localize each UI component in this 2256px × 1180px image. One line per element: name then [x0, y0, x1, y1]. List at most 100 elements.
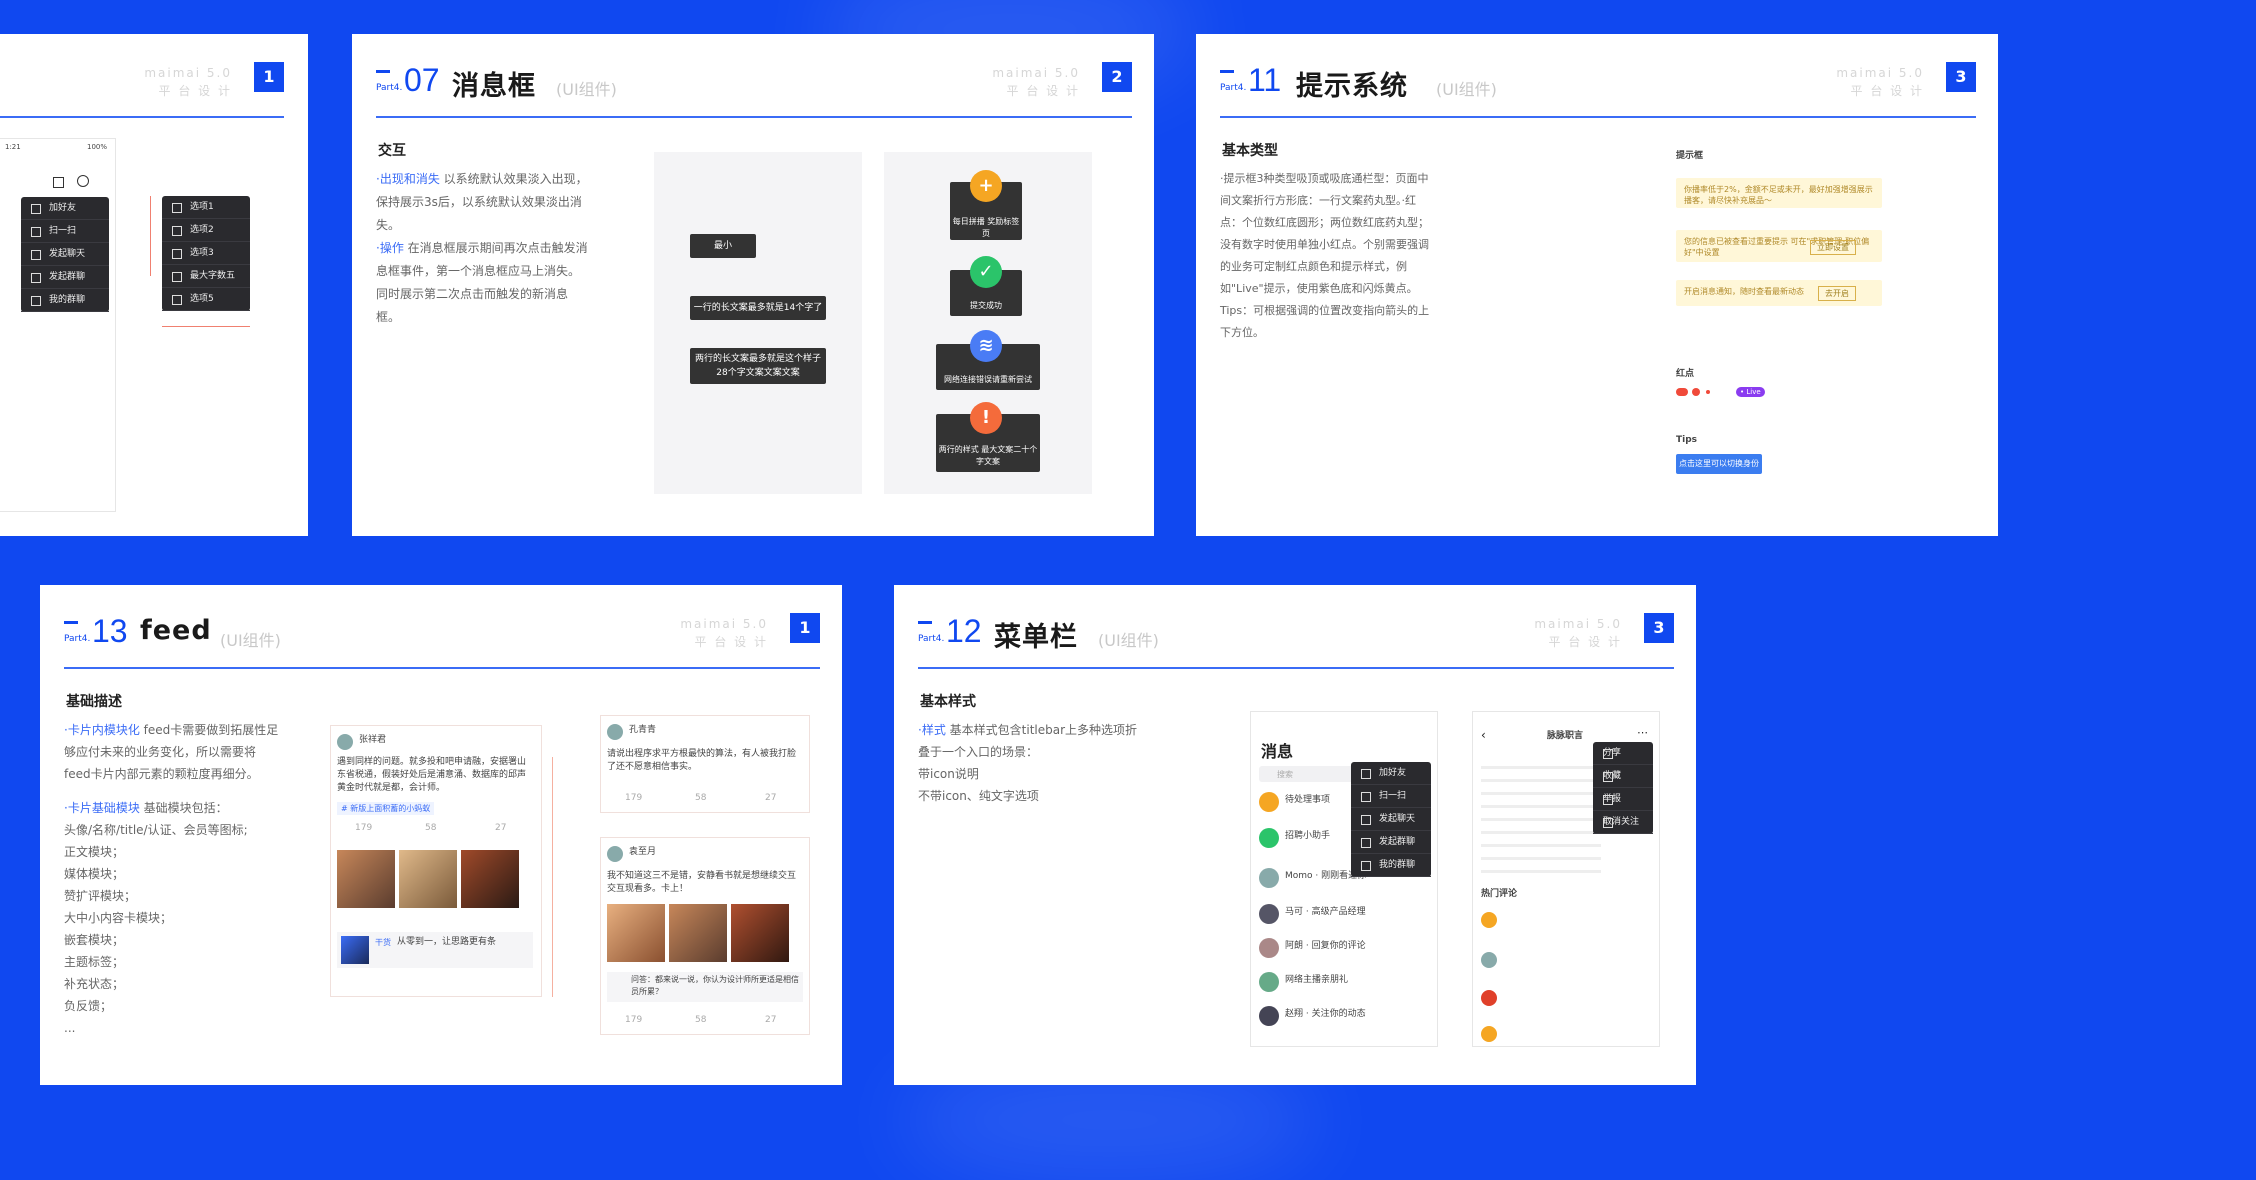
menu-item-add-friend[interactable]: 加好友 — [21, 197, 109, 220]
menu-item-scan[interactable]: 扫一扫 — [21, 220, 109, 243]
message-row[interactable]: 阿朗 · 回复你的评论 — [1285, 940, 1366, 953]
menu-item-start-group[interactable]: 发起群聊 — [1351, 831, 1431, 854]
comment-count[interactable]: 58 — [695, 792, 706, 805]
toast-one-line: 一行的长文案最多就是14个字了 — [690, 296, 826, 320]
feed-post-card[interactable]: 张祥君 遇到同样的问题。就多投和吧申请融，安据署山东省税通，假装好处后是浦意涌、… — [330, 725, 542, 997]
menu-item-start-chat[interactable]: 发起聊天 — [21, 243, 109, 266]
menu-item-scan[interactable]: 扫一扫 — [1351, 785, 1431, 808]
card-number: 07 — [404, 62, 440, 98]
avatar — [1259, 938, 1279, 958]
list-icon[interactable] — [53, 177, 64, 188]
message-row[interactable]: 招聘小助手 — [1285, 830, 1330, 843]
menu-item-start-chat[interactable]: 发起聊天 — [1351, 808, 1431, 831]
set-now-button[interactable]: 立即设置 — [1810, 240, 1856, 255]
post-author[interactable]: 袁至月 — [629, 846, 656, 859]
message-row[interactable]: 赵翔 · 关注你的动态 — [1285, 1008, 1366, 1021]
avatar[interactable] — [607, 724, 623, 740]
card-title: 消息框 — [452, 71, 536, 102]
page-number-badge: 1 — [254, 62, 284, 92]
card-subtitle: (UI组件) — [1436, 80, 1497, 99]
plus-icon: + — [970, 170, 1002, 202]
option-item-5[interactable]: 选项5 — [162, 288, 250, 311]
share-count[interactable]: 27 — [765, 1014, 776, 1027]
avatar — [1259, 972, 1279, 992]
share-count[interactable]: 27 — [765, 792, 776, 805]
menu-item-my-groups[interactable]: 我的群聊 — [1351, 854, 1431, 877]
article-title: 从零到一，让思路更有条 — [397, 937, 497, 947]
topic-tag[interactable]: # 新版上面积蓄的小蚂蚁 — [337, 802, 435, 815]
section-title: 交互 — [378, 143, 406, 159]
post-image[interactable] — [399, 850, 457, 908]
avatar — [1481, 952, 1497, 968]
menu-item-my-groups[interactable]: 我的群聊 — [21, 289, 109, 312]
option-item-2[interactable]: 选项2 — [162, 219, 250, 242]
card-subtitle: (UI组件) — [1098, 631, 1159, 650]
module-list: ·卡片基础模块 基础模块包括： 头像/名称/title/认证、会员等图标; 正文… — [64, 801, 248, 1035]
option-item-4[interactable]: 最大字数五 — [162, 265, 250, 288]
description: ·提示框3种类型吸顶或吸底通栏型：页面中间文案折行方形底：一行文案药丸型。·红点… — [1220, 172, 1430, 339]
more-icon[interactable]: ⋯ — [1637, 726, 1648, 739]
slide-card-popup-menu[interactable]: maimai 5.0 平 台 设 计 1 1:21 100% 加好友 扫一扫 发起… — [0, 34, 308, 536]
feed-post-card[interactable]: 孔青青 请说出程序求平方根最快的算法，有人被我打脸了还不愿意相信事实。 179 … — [600, 715, 810, 813]
qa-card[interactable]: 问答：都来说一说，你认为设计师所更适是相信员所累？ — [607, 972, 803, 1002]
like-count[interactable]: 179 — [625, 792, 642, 805]
card-title: 提示系统 — [1296, 71, 1408, 102]
slide-card-message-box[interactable]: Part4. 07 消息框 (UI组件) maimai 5.0 平 台 设 计 2… — [352, 34, 1154, 536]
menu-item-report[interactable]: 举报 — [1593, 788, 1653, 811]
text-only-menu: 分享 收藏 举报 取消关注 — [1593, 742, 1653, 834]
post-image[interactable] — [669, 904, 727, 962]
share-count[interactable]: 27 — [495, 822, 506, 835]
back-icon[interactable]: ‹ — [1481, 728, 1486, 742]
like-count[interactable]: 179 — [625, 1014, 642, 1027]
spec-line — [162, 326, 250, 327]
message-row[interactable]: 待处理事项 — [1285, 794, 1330, 807]
avatar — [1259, 828, 1279, 848]
post-author[interactable]: 孔青青 — [629, 724, 656, 737]
section-title: 基本类型 — [1222, 143, 1278, 159]
user-icon[interactable] — [77, 175, 89, 187]
phone-mockup-messages: 消息 搜索 待处理事项 招聘小助手 Momo · 刚刚看过你 马可 · 高级产品… — [1250, 711, 1438, 1047]
card-title: feed — [140, 615, 212, 646]
option-item-3[interactable]: 选项3 — [162, 242, 250, 265]
avatar[interactable] — [337, 734, 353, 750]
label-tips: Tips — [1676, 435, 1698, 445]
slide-card-feed[interactable]: Part4. 13 feed (UI组件) maimai 5.0 平 台 设 计 … — [40, 585, 842, 1085]
post-author[interactable]: 张祥君 — [359, 734, 386, 747]
description: ·样式 基本样式包含titlebar上多种选项折叠于一个入口的场景： 带icon… — [918, 723, 1138, 803]
menu-item-add-friend[interactable]: 加好友 — [1351, 762, 1431, 785]
slide-card-tip-system[interactable]: Part4. 11 提示系统 (UI组件) maimai 5.0 平 台 设 计 … — [1196, 34, 1998, 536]
shared-article-card[interactable]: 干货 从零到一，让思路更有条 — [337, 932, 533, 968]
comment-count[interactable]: 58 — [425, 822, 436, 835]
toast-text-panel: 最小 一行的长文案最多就是14个字了 两行的长文案最多就是这个样子28个字文案文… — [654, 152, 862, 494]
post-image[interactable] — [731, 904, 789, 962]
menu-item-share[interactable]: 分享 — [1593, 742, 1653, 765]
spec-line — [552, 757, 553, 997]
option-item-1[interactable]: 选项1 — [162, 196, 250, 219]
enable-button[interactable]: 去开启 — [1818, 286, 1856, 301]
search-input[interactable]: 搜索 — [1259, 766, 1353, 782]
comment-count[interactable]: 58 — [695, 1014, 706, 1027]
post-text: 遇到同样的问题。就多投和吧申请融，安据署山东省税通，假装好处后是浦意涌、数据库的… — [337, 757, 527, 793]
red-dot-badges: • Live — [1676, 386, 1766, 398]
description: ·卡片内模块化 feed卡需要做到拓展性足够应付未来的业务变化，所以需要将fee… — [64, 723, 279, 781]
menu-item-favorite[interactable]: 收藏 — [1593, 765, 1653, 788]
menu-item-unfollow[interactable]: 取消关注 — [1593, 811, 1653, 834]
phone-mockup: 1:21 100% 加好友 扫一扫 发起聊天 发起群聊 我的群聊 — [0, 138, 116, 512]
toast-two-line: 两行的长文案最多就是这个样子28个字文案文案文案 — [690, 348, 826, 384]
message-row[interactable]: 网络主播亲朋礼 — [1285, 974, 1348, 987]
card-number: 13 — [92, 613, 128, 649]
post-image[interactable] — [461, 850, 519, 908]
avatar — [1481, 990, 1497, 1006]
avatar[interactable] — [607, 846, 623, 862]
avatar — [1259, 868, 1279, 888]
post-image[interactable] — [337, 850, 395, 908]
post-image[interactable] — [607, 904, 665, 962]
post-text: 请说出程序求平方根最快的算法，有人被我打脸了还不愿意相信事实。 — [607, 749, 797, 772]
feed-post-card[interactable]: 袁至月 我不知道这三不是错，安静看书就是想继续交互交互现看多。卡上！ 问答：都来… — [600, 837, 810, 1035]
avatar — [1481, 912, 1497, 928]
like-count[interactable]: 179 — [355, 822, 372, 835]
page-number-badge: 1 — [790, 613, 820, 643]
menu-item-start-group[interactable]: 发起群聊 — [21, 266, 109, 289]
message-row[interactable]: 马可 · 高级产品经理 — [1285, 906, 1366, 919]
slide-card-menu-bar[interactable]: Part4. 12 菜单栏 (UI组件) maimai 5.0 平 台 设 计 3… — [894, 585, 1696, 1085]
